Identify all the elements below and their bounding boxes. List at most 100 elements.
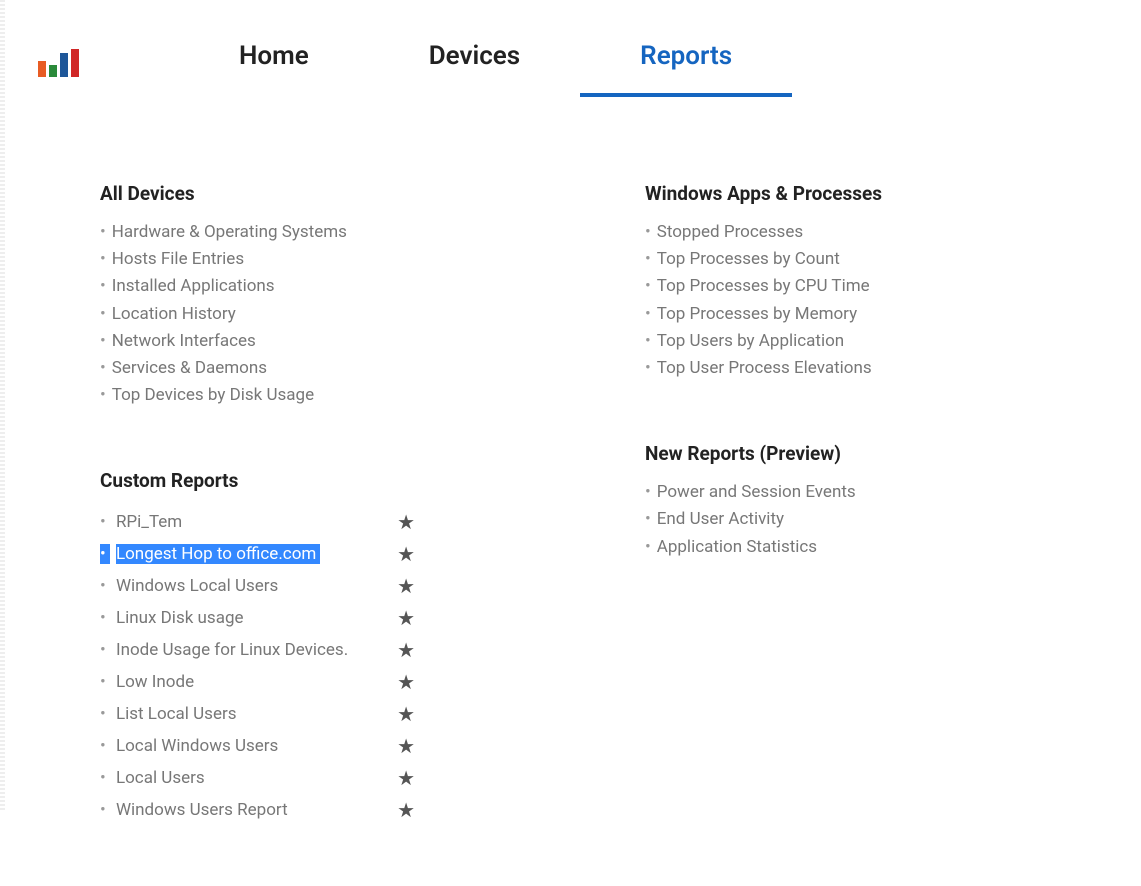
section-new-reports: New Reports (Preview) • Power and Sessio… [645,442,882,561]
star-icon[interactable]: ★ [397,794,415,826]
bullet-icon: • [100,544,110,564]
custom-report-row: • RPi_Tem ★ [100,506,415,538]
report-link-label: Top Processes by Count [657,246,844,273]
report-link-label: Local Windows Users [116,736,282,756]
report-link[interactable]: • Services & Daemons [100,355,415,382]
report-link[interactable]: • Top Users by Application [645,328,882,355]
logo-bar-green [49,65,57,77]
report-link-label: Location History [112,301,240,328]
report-link-label: Power and Session Events [657,479,860,506]
right-column: Windows Apps & Processes • Stopped Proce… [645,182,882,886]
report-link[interactable]: • Windows Local Users ★ [100,570,415,602]
report-link[interactable]: • Top Processes by Memory [645,301,882,328]
custom-report-row: • Linux Disk usage ★ [100,602,415,634]
report-link[interactable]: • Hardware & Operating Systems [100,219,415,246]
star-icon[interactable]: ★ [397,602,415,634]
report-link[interactable]: • Power and Session Events [645,479,882,506]
nav-devices[interactable]: Devices [369,27,580,97]
star-icon[interactable]: ★ [397,698,415,730]
custom-report-left[interactable]: • Windows Users Report [100,797,292,824]
section-all-devices: All Devices • Hardware & Operating Syste… [100,182,415,409]
nav-home[interactable]: Home [179,27,369,97]
section-title-new-reports: New Reports (Preview) [645,442,882,465]
report-link[interactable]: • RPi_Tem ★ [100,506,415,538]
custom-report-row: • Low Inode ★ [100,666,415,698]
bullet-icon: • [100,273,106,300]
report-link-label: End User Activity [657,506,788,533]
custom-report-left[interactable]: • Inode Usage for Linux Devices. [100,637,352,664]
report-link[interactable]: • Local Windows Users ★ [100,730,415,762]
bullet-icon: • [100,512,110,532]
star-icon[interactable]: ★ [397,730,415,762]
custom-report-left[interactable]: • List Local Users [100,701,241,728]
bullet-icon: • [645,273,651,300]
star-icon[interactable]: ★ [397,666,415,698]
report-link[interactable]: • Local Users ★ [100,762,415,794]
custom-report-row: • Inode Usage for Linux Devices. ★ [100,634,415,666]
star-icon[interactable]: ★ [397,634,415,666]
report-link[interactable]: • Windows Users Report ★ [100,794,415,826]
custom-report-row: • List Local Users ★ [100,698,415,730]
list-new-reports: • Power and Session Events• End User Act… [645,479,882,561]
bullet-icon: • [100,246,106,273]
report-link-label: Top Processes by Memory [657,301,861,328]
header: Home Devices Reports [0,0,1141,94]
report-link-label: Installed Applications [112,273,279,300]
nav-reports[interactable]: Reports [580,27,792,97]
report-link-label: Stopped Processes [657,219,807,246]
report-link-label: Top User Process Elevations [657,355,876,382]
custom-report-row: • Windows Users Report ★ [100,794,415,826]
report-link[interactable]: • Installed Applications [100,273,415,300]
report-link[interactable]: • Longest Hop to office.com ★ [100,538,415,570]
report-link[interactable]: • Stopped Processes [645,219,882,246]
report-link-label: Low Inode [116,672,198,692]
star-icon[interactable]: ★ [397,570,415,602]
report-link[interactable]: • Top Processes by Count [645,246,882,273]
custom-report-left[interactable]: • Local Users [100,765,209,792]
section-windows-apps: Windows Apps & Processes • Stopped Proce… [645,182,882,382]
report-link[interactable]: • Network Interfaces [100,328,415,355]
custom-report-left[interactable]: • RPi_Tem [100,509,186,536]
report-link-label: Application Statistics [657,534,821,561]
star-icon[interactable]: ★ [397,506,415,538]
logo-icon[interactable] [38,47,79,77]
list-custom-reports: • RPi_Tem★• Longest Hop to office.com★• … [100,506,415,826]
bullet-icon: • [645,246,651,273]
custom-report-left[interactable]: • Longest Hop to office.com [100,541,320,568]
bullet-icon: • [100,576,110,596]
list-all-devices: • Hardware & Operating Systems• Hosts Fi… [100,219,415,409]
custom-report-left[interactable]: • Low Inode [100,669,198,696]
custom-report-left[interactable]: • Local Windows Users [100,733,282,760]
report-link[interactable]: • Linux Disk usage ★ [100,602,415,634]
report-link[interactable]: • Top Processes by CPU Time [645,273,882,300]
report-link[interactable]: • Top User Process Elevations [645,355,882,382]
bullet-icon: • [100,736,110,756]
bullet-icon: • [645,355,651,382]
custom-report-row: • Longest Hop to office.com ★ [100,538,415,570]
custom-report-left[interactable]: • Linux Disk usage [100,605,248,632]
section-title-windows-apps: Windows Apps & Processes [645,182,882,205]
bullet-icon: • [100,800,110,820]
star-icon[interactable]: ★ [397,538,415,570]
report-link[interactable]: • Inode Usage for Linux Devices. ★ [100,634,415,666]
report-link[interactable]: • Hosts File Entries [100,246,415,273]
logo-bar-blue [60,53,68,77]
bullet-icon: • [100,640,110,660]
report-link[interactable]: • Application Statistics [645,534,882,561]
star-icon[interactable]: ★ [397,762,415,794]
report-link[interactable]: • List Local Users ★ [100,698,415,730]
report-link[interactable]: • End User Activity [645,506,882,533]
bullet-icon: • [100,672,110,692]
report-link-label: Top Processes by CPU Time [657,273,874,300]
bullet-icon: • [100,768,110,788]
bullet-icon: • [100,301,106,328]
report-link-label: Top Users by Application [657,328,848,355]
content: All Devices • Hardware & Operating Syste… [0,94,1141,886]
custom-report-row: • Windows Local Users ★ [100,570,415,602]
report-link[interactable]: • Top Devices by Disk Usage [100,382,415,409]
report-link-label: Longest Hop to office.com [116,544,320,564]
report-link[interactable]: • Location History [100,301,415,328]
report-link-label: Local Users [116,768,209,788]
custom-report-left[interactable]: • Windows Local Users [100,573,282,600]
report-link[interactable]: • Low Inode ★ [100,666,415,698]
